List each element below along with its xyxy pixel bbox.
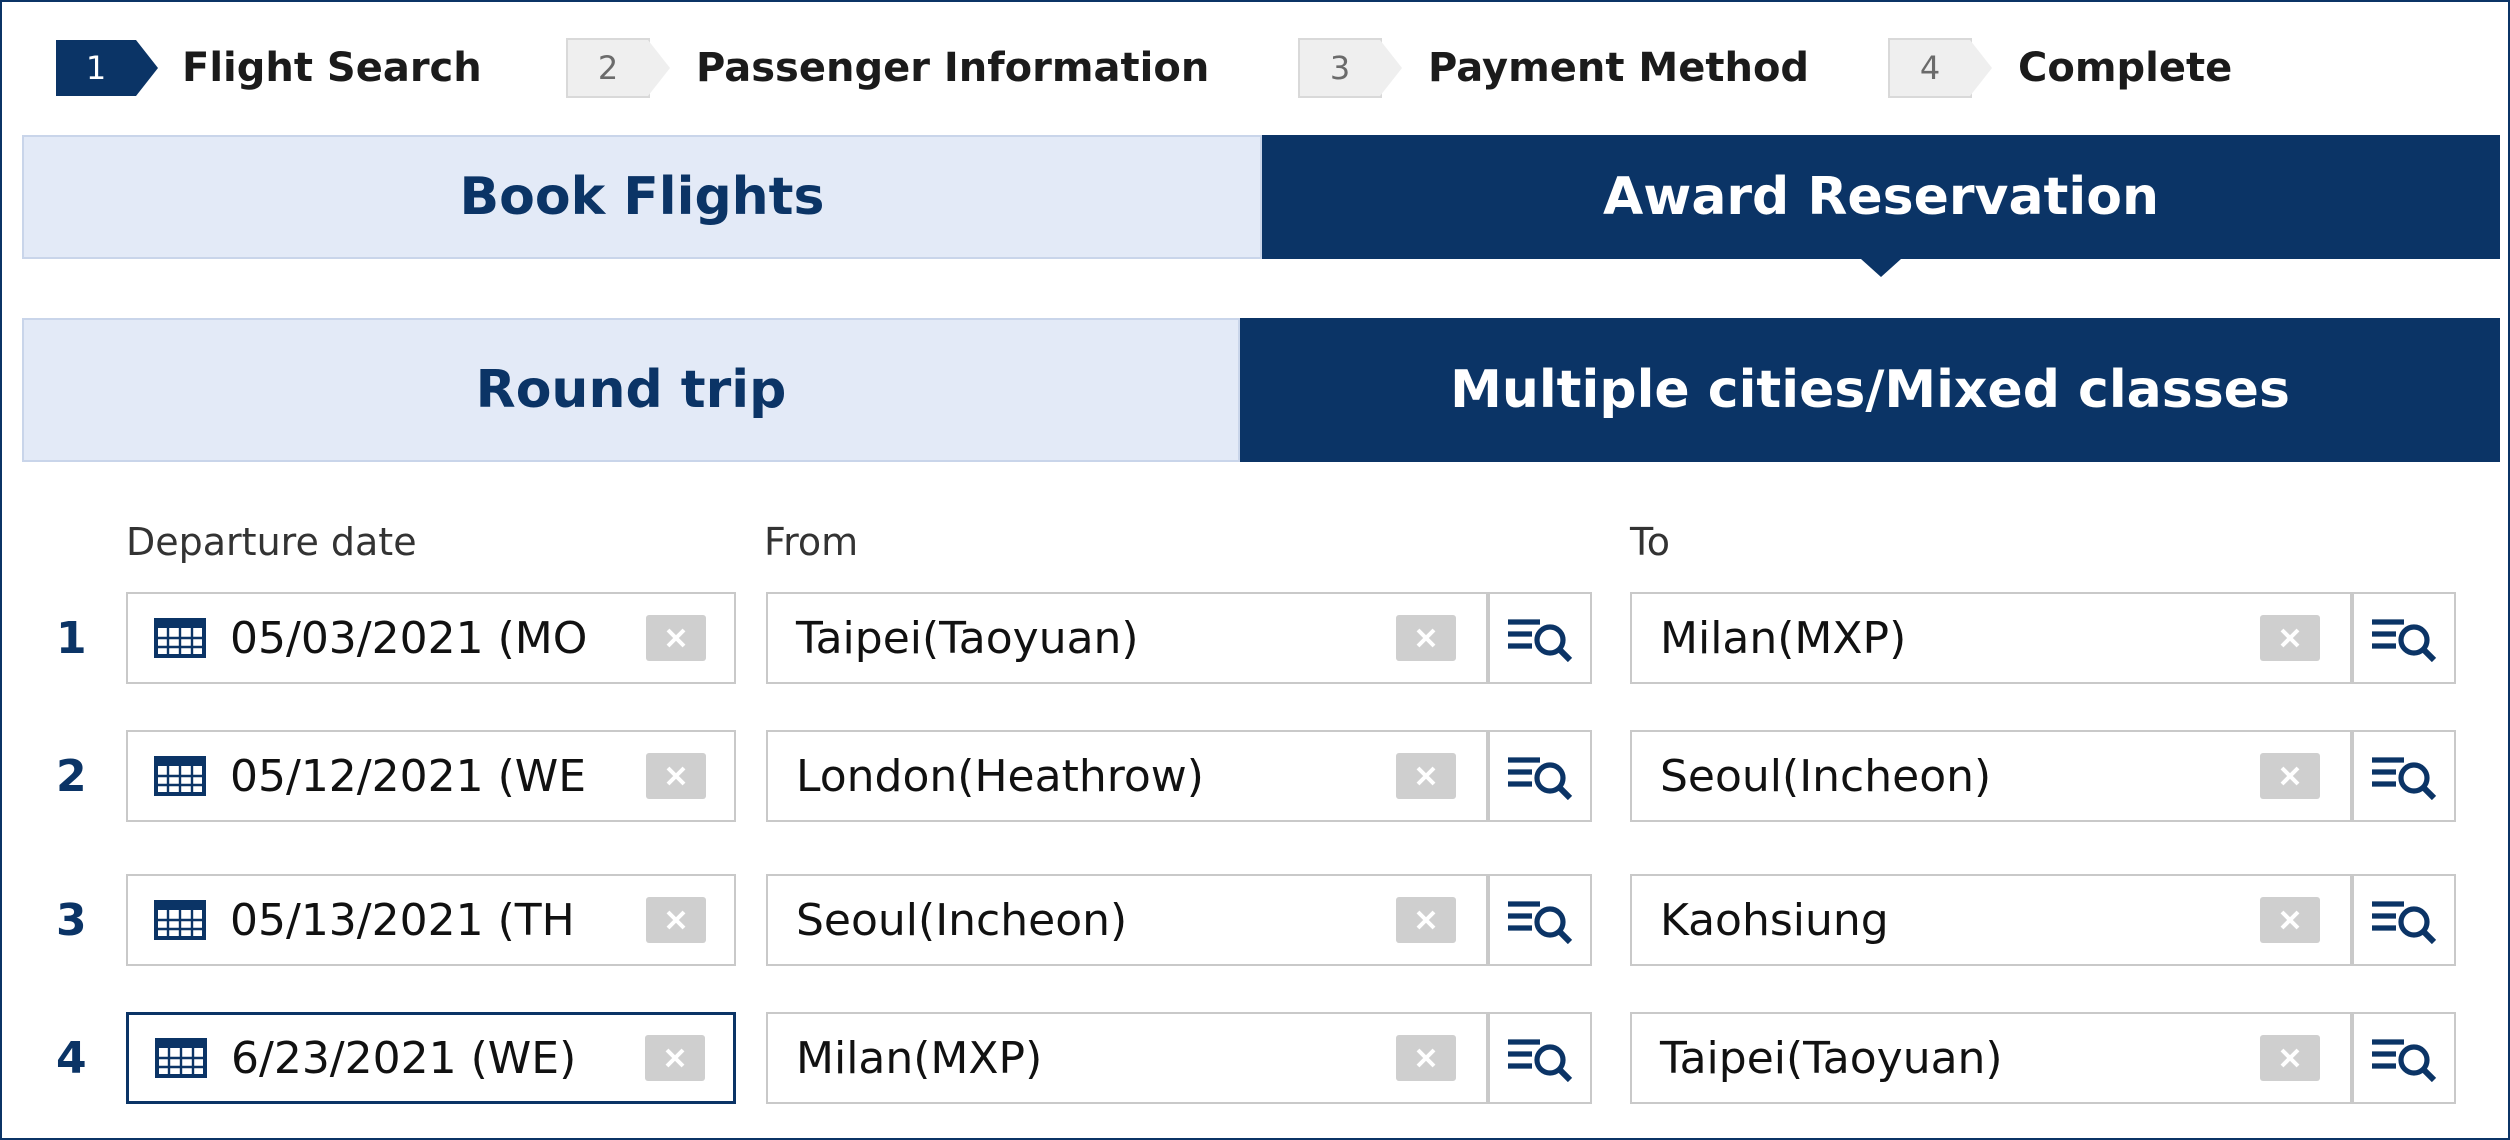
- close-icon: [2280, 628, 2300, 648]
- calendar-icon[interactable]: [154, 756, 206, 796]
- from-city-value[interactable]: London(Heathrow): [796, 751, 1204, 802]
- departure-date-header: Departure date: [126, 520, 417, 564]
- close-icon: [666, 910, 686, 930]
- step-number: 1: [56, 40, 158, 96]
- list-search-icon: [2372, 1039, 2437, 1082]
- step-label: Complete: [2018, 45, 2233, 91]
- close-icon: [2280, 910, 2300, 930]
- to-city-lookup-button[interactable]: [2352, 874, 2456, 966]
- step-complete: 4 Complete: [1888, 38, 2232, 98]
- segment-number: 3: [56, 894, 87, 946]
- departure-date-value[interactable]: 6/23/2021 (WE): [231, 1033, 611, 1084]
- calendar-icon[interactable]: [155, 1038, 207, 1078]
- segment-number: 1: [56, 612, 87, 664]
- departure-date-field[interactable]: 05/03/2021 (MO: [126, 592, 736, 684]
- departure-date-field[interactable]: 05/13/2021 (TH: [126, 874, 736, 966]
- from-city-lookup-button[interactable]: [1488, 592, 1592, 684]
- list-search-icon: [1508, 619, 1573, 662]
- close-icon: [1416, 628, 1436, 648]
- close-icon: [666, 628, 686, 648]
- step-label: Flight Search: [182, 45, 482, 91]
- step-number: 4: [1888, 38, 1992, 98]
- close-icon: [1416, 1048, 1436, 1068]
- flight-segment-row: 2 05/12/2021 (WE London(Heathrow) Seoul(…: [0, 728, 2510, 824]
- to-city-value[interactable]: Seoul(Incheon): [1660, 751, 1991, 802]
- close-icon: [2280, 766, 2300, 786]
- from-header: From: [764, 520, 859, 564]
- clear-date-button[interactable]: [646, 615, 706, 661]
- clear-date-button[interactable]: [646, 753, 706, 799]
- to-city-input[interactable]: Taipei(Taoyuan): [1630, 1012, 2352, 1104]
- clear-to-button[interactable]: [2260, 897, 2320, 943]
- to-city-lookup-button[interactable]: [2352, 730, 2456, 822]
- list-search-icon: [1508, 1039, 1573, 1082]
- from-city-value[interactable]: Milan(MXP): [796, 1033, 1042, 1084]
- close-icon: [2280, 1048, 2300, 1068]
- list-search-icon: [2372, 901, 2437, 944]
- from-city-input[interactable]: Taipei(Taoyuan): [766, 592, 1488, 684]
- close-icon: [665, 1048, 685, 1068]
- step-payment-method: 3 Payment Method: [1298, 38, 1809, 98]
- departure-date-field[interactable]: 05/12/2021 (WE: [126, 730, 736, 822]
- step-flight-search: 1 Flight Search: [56, 38, 482, 98]
- list-search-icon: [1508, 757, 1573, 800]
- to-city-input[interactable]: Milan(MXP): [1630, 592, 2352, 684]
- step-label: Payment Method: [1428, 45, 1810, 91]
- clear-to-button[interactable]: [2260, 1035, 2320, 1081]
- trip-type-tabs: Round trip Multiple cities/Mixed classes: [22, 318, 2500, 462]
- list-search-icon: [1508, 901, 1573, 944]
- calendar-icon[interactable]: [154, 618, 206, 658]
- to-city-value[interactable]: Milan(MXP): [1660, 613, 1906, 664]
- segment-number: 2: [56, 750, 87, 802]
- close-icon: [1416, 766, 1436, 786]
- departure-date-value[interactable]: 05/12/2021 (WE: [230, 751, 610, 802]
- clear-to-button[interactable]: [2260, 753, 2320, 799]
- step-number: 3: [1298, 38, 1402, 98]
- clear-to-button[interactable]: [2260, 615, 2320, 661]
- tab-book-flights[interactable]: Book Flights: [22, 135, 1262, 259]
- calendar-icon[interactable]: [154, 900, 206, 940]
- from-city-lookup-button[interactable]: [1488, 874, 1592, 966]
- step-label: Passenger Information: [696, 45, 1210, 91]
- clear-from-button[interactable]: [1396, 1035, 1456, 1081]
- from-city-input[interactable]: London(Heathrow): [766, 730, 1488, 822]
- from-city-input[interactable]: Seoul(Incheon): [766, 874, 1488, 966]
- list-search-icon: [2372, 757, 2437, 800]
- tab-round-trip[interactable]: Round trip: [22, 318, 1240, 462]
- clear-from-button[interactable]: [1396, 615, 1456, 661]
- step-passenger-information: 2 Passenger Information: [566, 38, 1209, 98]
- close-icon: [666, 766, 686, 786]
- close-icon: [1416, 910, 1436, 930]
- clear-from-button[interactable]: [1396, 753, 1456, 799]
- to-city-lookup-button[interactable]: [2352, 1012, 2456, 1104]
- step-number: 2: [566, 38, 670, 98]
- from-city-lookup-button[interactable]: [1488, 730, 1592, 822]
- to-city-value[interactable]: Kaohsiung: [1660, 895, 1889, 946]
- segment-number: 4: [56, 1032, 87, 1084]
- tab-multiple-cities[interactable]: Multiple cities/Mixed classes: [1240, 318, 2500, 462]
- tab-award-reservation[interactable]: Award Reservation: [1262, 135, 2500, 259]
- clear-date-button[interactable]: [645, 1035, 705, 1081]
- to-header: To: [1630, 520, 1671, 564]
- from-city-lookup-button[interactable]: [1488, 1012, 1592, 1104]
- clear-date-button[interactable]: [646, 897, 706, 943]
- flight-segment-row: 3 05/13/2021 (TH Seoul(Incheon) Kaohsiun…: [0, 872, 2510, 968]
- to-city-value[interactable]: Taipei(Taoyuan): [1660, 1033, 2003, 1084]
- to-city-lookup-button[interactable]: [2352, 592, 2456, 684]
- departure-date-value[interactable]: 05/03/2021 (MO: [230, 613, 610, 664]
- to-city-input[interactable]: Kaohsiung: [1630, 874, 2352, 966]
- to-city-input[interactable]: Seoul(Incheon): [1630, 730, 2352, 822]
- flight-segment-row: 4 6/23/2021 (WE) Milan(MXP) Taipei(Taoyu…: [0, 1010, 2510, 1106]
- from-city-value[interactable]: Seoul(Incheon): [796, 895, 1127, 946]
- clear-from-button[interactable]: [1396, 897, 1456, 943]
- list-search-icon: [2372, 619, 2437, 662]
- from-city-value[interactable]: Taipei(Taoyuan): [796, 613, 1139, 664]
- booking-type-tabs: Book Flights Award Reservation: [22, 135, 2500, 259]
- flight-segment-row: 1 05/03/2021 (MO Taipei(Taoyuan) Milan(M…: [0, 590, 2510, 686]
- from-city-input[interactable]: Milan(MXP): [766, 1012, 1488, 1104]
- departure-date-field[interactable]: 6/23/2021 (WE): [126, 1012, 736, 1104]
- departure-date-value[interactable]: 05/13/2021 (TH: [230, 895, 610, 946]
